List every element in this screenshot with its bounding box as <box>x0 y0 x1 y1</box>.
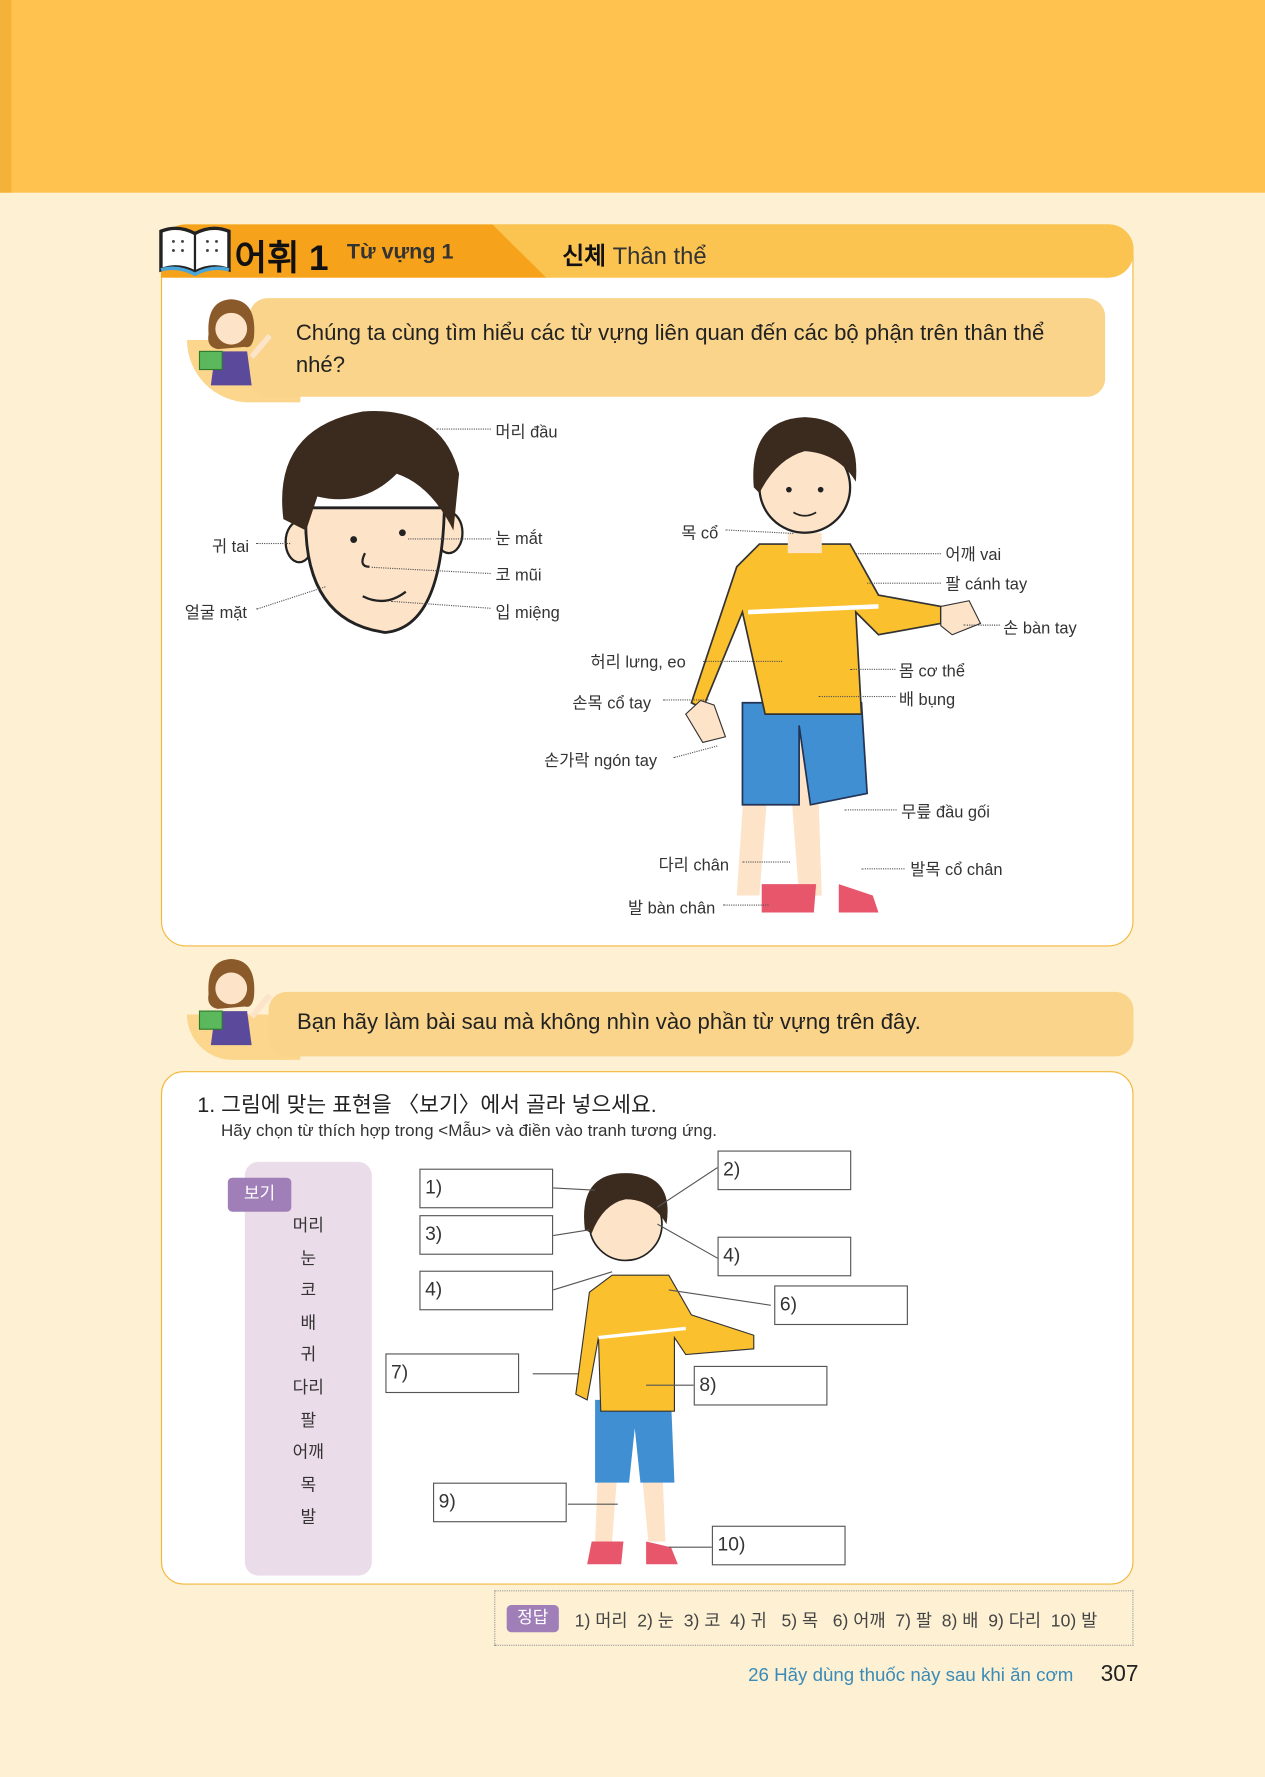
label-nose: 코 mũi <box>495 566 542 585</box>
label-arm: 팔 cánh tay <box>945 575 1028 594</box>
open-book-icon <box>159 226 231 277</box>
topic-ko: 신체 <box>562 243 607 270</box>
intro-text: Chúng ta cùng tìm hiểu các từ vựng liên … <box>295 320 1045 378</box>
answer-box-1[interactable]: 1) <box>419 1168 554 1209</box>
bogi-item: 머리 <box>292 1216 324 1236</box>
label-finger: 손가락 ngón tay <box>544 752 658 771</box>
bogi-item: 목 <box>300 1475 317 1495</box>
bogi-item: 코 <box>300 1281 317 1301</box>
bogi-item: 배 <box>300 1313 317 1333</box>
label-eye: 눈 mắt <box>495 530 543 549</box>
bogi-item: 귀 <box>300 1345 317 1366</box>
label-leg: 다리 chân <box>658 856 730 876</box>
label-neck: 목 cổ <box>681 524 719 543</box>
exercise-instruction-vi: Hãy chọn từ thích hợp trong <Mẫu> và điề… <box>221 1121 718 1141</box>
bogi-label: 보기 <box>227 1177 292 1212</box>
teacher-illustration <box>198 299 272 386</box>
footer-chapter: 26 Hãy dùng thuốc này sau khi ăn cơm <box>748 1665 1074 1686</box>
label-hand: 손 bàn tay <box>1003 620 1077 639</box>
bogi-item: 눈 <box>300 1248 317 1268</box>
label-foot: 발 bàn chân <box>627 899 716 919</box>
face-illustration <box>282 411 464 634</box>
answer-box-2[interactable]: 2) <box>717 1150 852 1191</box>
label-belly: 배 bụng <box>898 691 956 710</box>
answer-box-3[interactable]: 3) <box>419 1215 554 1255</box>
bogi-item: 다리 <box>292 1378 324 1398</box>
label-waist: 허리 lưng, eo <box>590 654 686 673</box>
label-knee: 무릎 đầu gối <box>901 803 990 822</box>
label-wrist: 손목 cổ tay <box>572 694 652 713</box>
bogi-item: 팔 <box>300 1410 317 1430</box>
label-ear: 귀 tai <box>211 538 250 557</box>
answer-box-4[interactable]: 4) <box>717 1236 852 1277</box>
bogi-item: 발 <box>300 1507 317 1528</box>
answer-box-8[interactable]: 8) <box>693 1365 828 1406</box>
teacher-illustration <box>198 958 272 1046</box>
topic-title: 신체 Thân thể <box>562 238 706 272</box>
topic-vi: Thân thể <box>612 243 707 270</box>
answer-key-label: 정답 <box>506 1605 559 1633</box>
label-torso: 몸 cơ thể <box>898 663 965 682</box>
bogi-item: 어깨 <box>292 1443 324 1463</box>
bogi-list: 머리 눈 코 배 귀 다리 팔 어깨 목 발 <box>245 1211 372 1535</box>
answer-key-text: 1) 머리 2) 눈 3) 코 4) 귀 5) 목 6) 어깨 7) 팔 8) … <box>574 1611 1098 1632</box>
prompt-text: Bạn hãy làm bài sau mà không nhìn vào ph… <box>296 1009 921 1035</box>
label-ankle: 발목 cổ chân <box>910 861 1003 880</box>
label-mouth: 입 miệng <box>495 604 560 623</box>
header-band <box>0 0 1265 193</box>
section-title-vi: Từ vựng 1 <box>346 240 454 265</box>
label-face: 얼굴 mặt <box>184 604 247 623</box>
answer-box-6[interactable]: 6) <box>774 1285 908 1326</box>
exercise-instruction-ko: 1. 그림에 맞는 표현을 〈보기〉에서 골라 넣으세요. <box>197 1093 657 1118</box>
label-head: 머리 đầu <box>495 423 558 443</box>
answer-box-5[interactable]: 4) <box>419 1270 554 1311</box>
label-shoulder: 어깨 vai <box>945 546 1002 565</box>
answer-box-10[interactable]: 10) <box>711 1525 846 1566</box>
section-title-ko: 어휘 1 <box>234 238 329 278</box>
answer-box-7[interactable]: 7) <box>385 1353 520 1394</box>
answer-box-9[interactable]: 9) <box>432 1482 567 1523</box>
page-number: 307 <box>1100 1661 1139 1687</box>
